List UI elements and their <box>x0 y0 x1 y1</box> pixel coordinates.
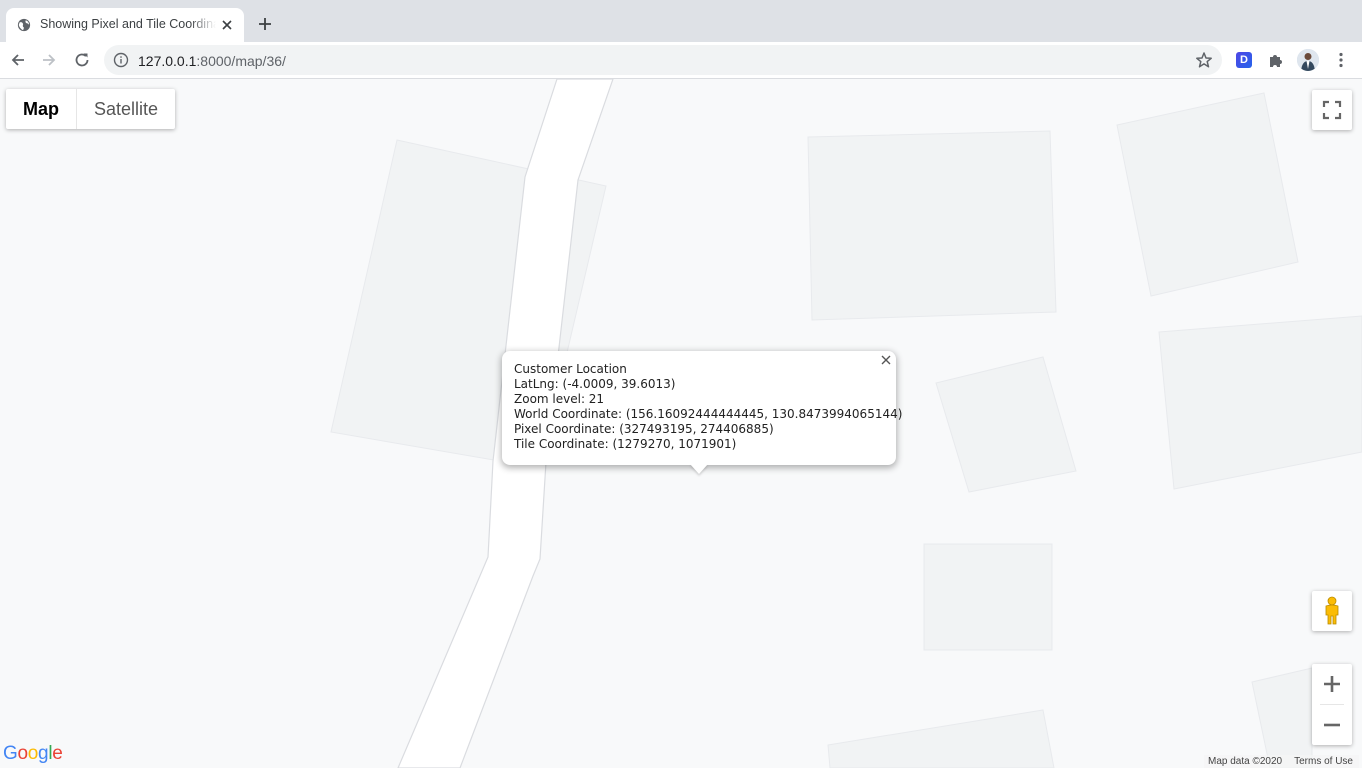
map-type-control: Map Satellite <box>6 89 176 129</box>
info-tile-coordinate: Tile Coordinate: (1279270, 1071901) <box>514 437 737 451</box>
map-building <box>807 130 1057 321</box>
url-path: :8000/map/36/ <box>196 53 286 69</box>
arrow-right-icon[interactable] <box>40 51 58 69</box>
zoom-in-button[interactable] <box>1312 664 1352 704</box>
tab-title: Showing Pixel and Tile Coordinates <box>40 17 216 31</box>
info-window: Customer Location LatLng: (-4.0009, 39.6… <box>502 351 903 465</box>
terms-of-use-link[interactable]: Terms of Use <box>1294 756 1353 767</box>
map-building <box>1116 92 1299 297</box>
puzzle-icon[interactable] <box>1267 51 1285 69</box>
address-bar[interactable]: 127.0.0.1:8000/map/36/ <box>104 45 1222 75</box>
info-title: Customer Location <box>514 362 627 376</box>
close-icon[interactable] <box>879 353 893 367</box>
map-building <box>923 543 1053 651</box>
street-view-pegman-button[interactable] <box>1312 591 1352 631</box>
profile-photo-icon <box>1297 49 1319 71</box>
logo-letter: g <box>38 743 49 764</box>
arrow-left-icon[interactable] <box>9 51 27 69</box>
avatar[interactable] <box>1297 49 1319 71</box>
map-attribution: Map data ©2020 Terms of Use <box>1204 755 1359 768</box>
zoom-control <box>1312 664 1352 745</box>
fullscreen-icon <box>1322 100 1342 120</box>
map-building <box>827 709 1055 768</box>
url-text[interactable]: 127.0.0.1:8000/map/36/ <box>138 53 286 69</box>
map-canvas[interactable]: Map Satellite Google Map data ©2020 Terms… <box>0 79 1362 768</box>
browser-toolbar: 127.0.0.1:8000/map/36/ D <box>0 42 1362 79</box>
info-world-coordinate: World Coordinate: (156.16092444444445, 1… <box>514 407 903 421</box>
kebab-icon[interactable] <box>1332 51 1350 69</box>
url-host: 127.0.0.1 <box>138 53 197 69</box>
info-zoom-level: Zoom level: 21 <box>514 392 605 406</box>
info-icon[interactable] <box>113 52 129 68</box>
zoom-out-button[interactable] <box>1312 705 1352 745</box>
logo-letter: e <box>52 743 63 764</box>
map-building <box>1158 315 1362 490</box>
map-building <box>1251 667 1313 768</box>
star-icon[interactable] <box>1195 51 1213 69</box>
info-latlng: LatLng: (-4.0009, 39.6013) <box>514 377 676 391</box>
fullscreen-button[interactable] <box>1312 90 1352 130</box>
reload-icon[interactable] <box>73 51 91 69</box>
logo-letter: G <box>3 743 18 764</box>
map-building <box>935 356 1077 493</box>
globe-icon <box>17 18 31 32</box>
pegman-icon <box>1325 596 1339 625</box>
extension-d-icon[interactable]: D <box>1236 52 1252 68</box>
close-icon[interactable] <box>220 18 234 32</box>
map-type-satellite-button[interactable]: Satellite <box>77 89 175 129</box>
map-data-credit: Map data ©2020 <box>1208 756 1283 767</box>
info-window-tail <box>690 464 708 474</box>
plus-icon[interactable] <box>257 16 273 32</box>
info-pixel-coordinate: Pixel Coordinate: (327493195, 274406885) <box>514 422 774 436</box>
google-logo[interactable]: Google <box>3 743 63 765</box>
logo-letter: o <box>27 743 39 764</box>
browser-tab[interactable]: Showing Pixel and Tile Coordinates <box>6 8 244 42</box>
tab-strip: Showing Pixel and Tile Coordinates <box>0 0 1362 42</box>
map-type-map-button[interactable]: Map <box>6 89 76 129</box>
logo-letter: o <box>17 743 28 764</box>
